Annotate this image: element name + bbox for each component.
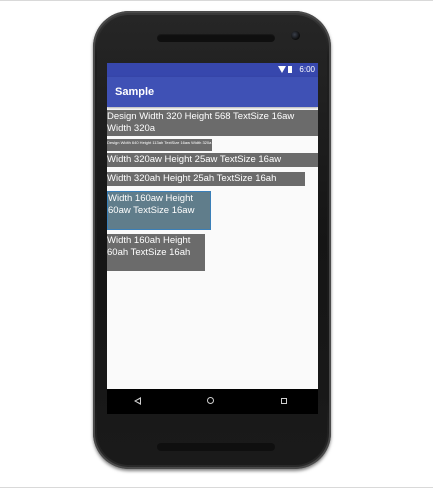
navigation-bar (107, 389, 318, 414)
top-divider (0, 0, 433, 1)
bottom-divider (0, 487, 433, 488)
bottom-speaker (157, 443, 275, 451)
battery-icon (288, 66, 292, 73)
width-160ah-box: Width 160ah Height 60ah TextSize 16ah (107, 234, 205, 271)
wifi-icon (278, 66, 286, 73)
top-speaker (157, 34, 275, 42)
status-bar: 6:00 (107, 63, 318, 77)
width-160aw-box[interactable]: Width 160aw Height 60aw TextSize 16aw (107, 191, 211, 230)
camera-icon (291, 31, 300, 40)
design-size-small-box: Design Width 640 Height 113ah TextSize 1… (107, 139, 212, 151)
status-time: 6:00 (299, 65, 315, 74)
recent-apps-icon[interactable] (281, 398, 287, 404)
design-size-box: Design Width 320 Height 568 TextSize 16a… (107, 110, 318, 136)
app-bar: Sample (107, 77, 318, 107)
width-320ah-box: Width 320ah Height 25ah TextSize 16ah (107, 172, 305, 186)
home-icon[interactable] (207, 397, 214, 404)
phone-screen: 6:00 Sample Design Width 320 Height 568 … (107, 63, 318, 414)
back-icon[interactable] (134, 397, 141, 405)
app-title: Sample (115, 86, 155, 98)
width-320aw-box: Width 320aw Height 25aw TextSize 16aw (107, 153, 318, 167)
